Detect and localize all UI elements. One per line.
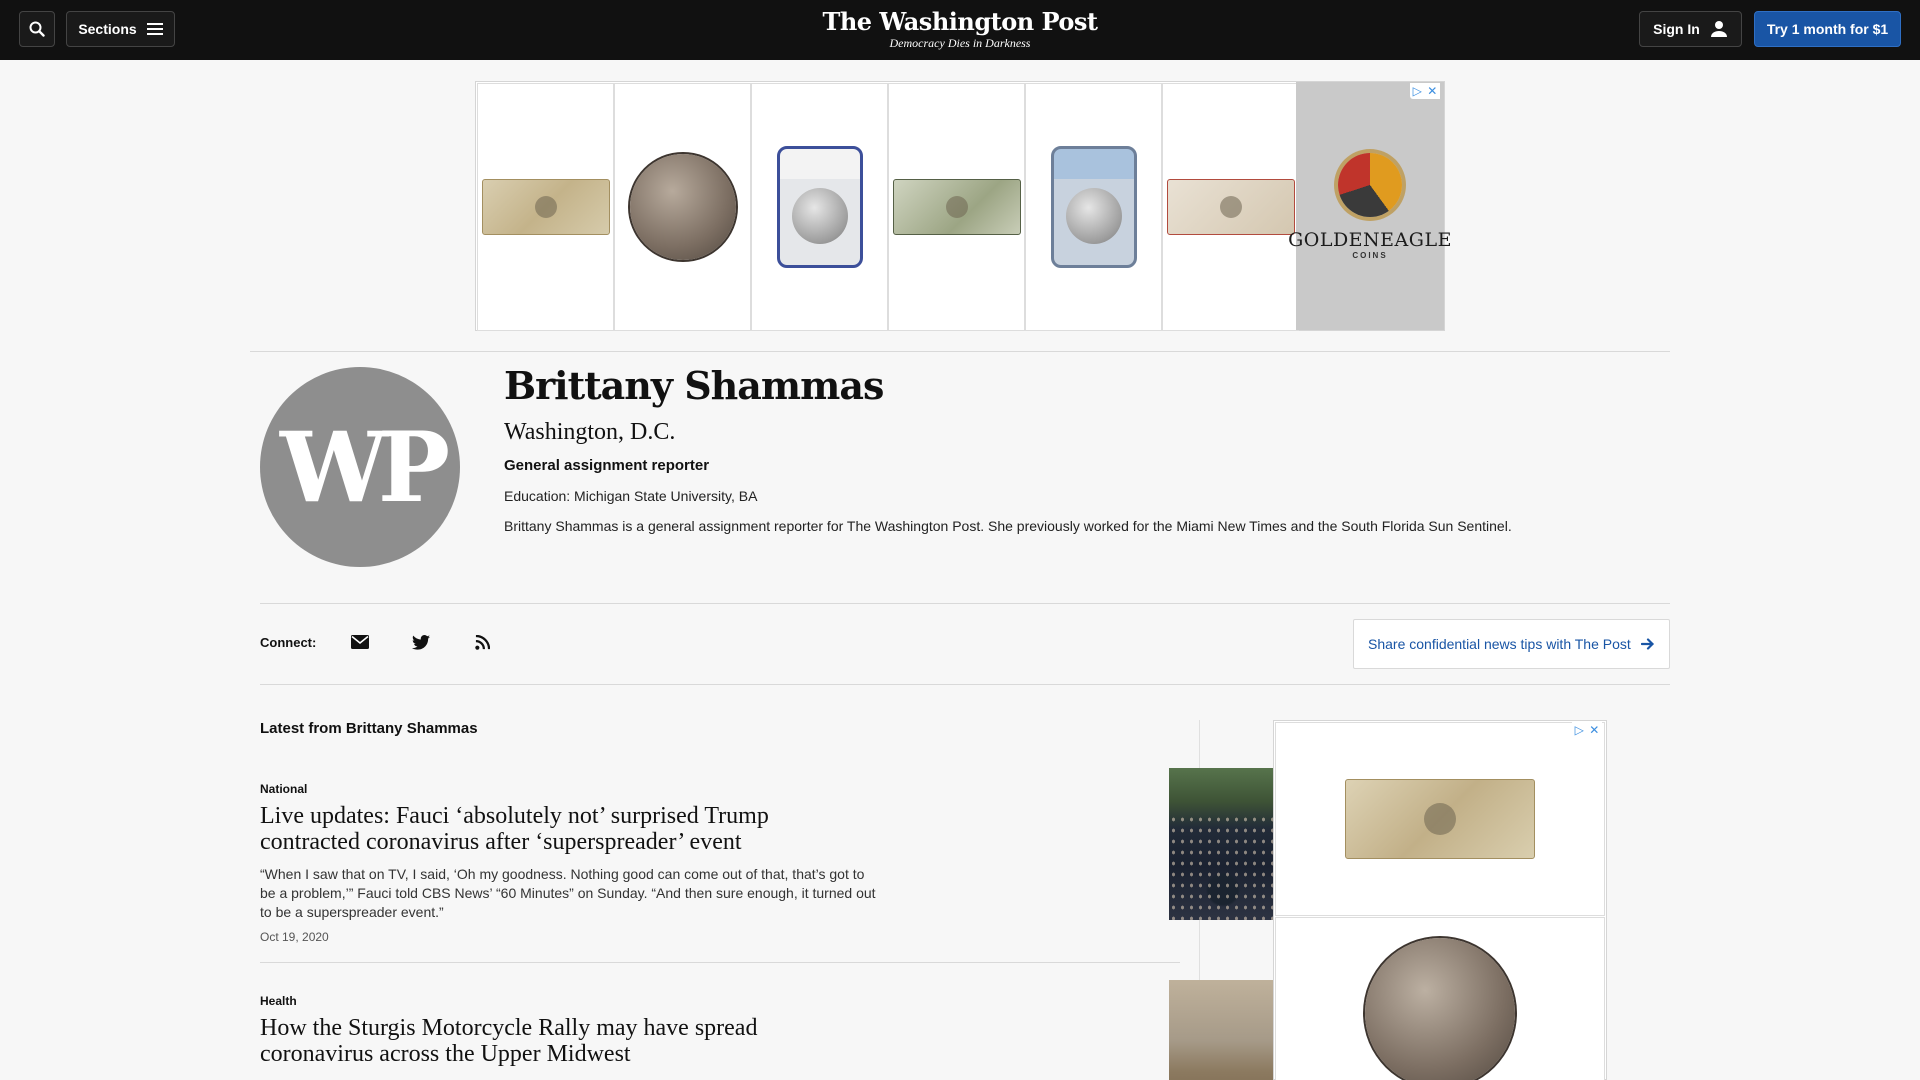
banknote-image xyxy=(1345,779,1535,859)
story-kicker[interactable]: National xyxy=(260,781,1180,797)
twitter-icon xyxy=(412,634,430,650)
right-rail-ad[interactable]: ▷ ✕ xyxy=(1273,720,1607,1080)
rss-link[interactable] xyxy=(470,630,494,654)
divider-connect-top xyxy=(260,603,1670,604)
latest-stories-heading: Latest from Brittany Shammas xyxy=(260,720,478,737)
story-divider xyxy=(260,962,1180,963)
search-icon xyxy=(29,21,45,37)
graded-dollar-image xyxy=(1050,146,1137,268)
ad-close-icon[interactable]: ✕ xyxy=(1589,723,1599,737)
subscribe-button[interactable]: Try 1 month for $1 xyxy=(1754,11,1901,47)
user-icon xyxy=(1710,21,1727,37)
graded-coin-image xyxy=(776,146,863,268)
divider-connect-bottom xyxy=(260,684,1670,685)
email-icon xyxy=(351,635,369,649)
story-date: Oct 19, 2020 xyxy=(260,930,329,944)
tips-label: Share confidential news tips with The Po… xyxy=(1368,636,1631,652)
twitter-link[interactable] xyxy=(409,630,433,654)
author-name: Brittany Shammas xyxy=(504,363,884,408)
ad-tile-graded-coin[interactable] xyxy=(751,83,888,331)
story-item: Health How the Sturgis Motorcycle Rally … xyxy=(260,980,1439,1080)
masthead-tagline: Democracy Dies in Darkness xyxy=(889,36,1031,50)
author-location: Washington, D.C. xyxy=(504,419,676,445)
author-education: Education: Michigan State University, BA xyxy=(504,488,758,504)
golden-eagle-brand-name: GOLDENEAGLE xyxy=(1288,228,1452,251)
divider-top xyxy=(250,351,1670,352)
golden-eagle-logo-icon xyxy=(1338,152,1402,217)
ad-tile-graded-dollar[interactable] xyxy=(1025,83,1162,331)
story-headline-link[interactable]: Live updates: Fauci ‘absolutely not’ sur… xyxy=(260,803,860,855)
ad-choices-icon[interactable]: ▷ xyxy=(1413,84,1422,98)
author-bio: Brittany Shammas is a general assignment… xyxy=(504,518,1512,534)
story-blurb: “When I saw that on TV, I said, ‘Oh my g… xyxy=(260,866,876,920)
golden-eagle-brand-panel[interactable]: GOLDENEAGLE COINS xyxy=(1288,82,1451,330)
red-seal-note-image xyxy=(1166,179,1295,235)
washington-post-logo[interactable]: The Washington Post Democracy Dies in Da… xyxy=(760,7,1160,51)
ad-choices-controls[interactable]: ▷ ✕ xyxy=(1410,83,1440,99)
top-ad-banner[interactable]: GOLDENEAGLE COINS ▷ ✕ xyxy=(475,81,1451,331)
author-title: General assignment reporter xyxy=(504,457,710,474)
sign-in-label: Sign In xyxy=(1653,21,1700,37)
story-item: National Live updates: Fauci ‘absolutely… xyxy=(260,768,1439,945)
banknote-image xyxy=(481,179,610,235)
ad-tile-coin[interactable] xyxy=(614,83,751,331)
search-button[interactable] xyxy=(19,11,55,47)
ad-tile-banknote[interactable] xyxy=(477,83,614,331)
story-kicker[interactable]: Health xyxy=(260,993,1180,1009)
rail-ad-tile-coin[interactable] xyxy=(1275,917,1605,1080)
sign-in-button[interactable]: Sign In xyxy=(1639,11,1742,47)
hamburger-icon xyxy=(146,23,163,35)
arrow-right-icon xyxy=(1641,638,1655,650)
ad-choices-controls[interactable]: ▷ ✕ xyxy=(1572,722,1602,738)
author-avatar-wp-logo: WP xyxy=(260,367,460,567)
masthead-title: The Washington Post xyxy=(822,7,1098,36)
top-navigation-bar: Sections The Washington Post Democracy D… xyxy=(0,0,1920,60)
email-link[interactable] xyxy=(348,630,372,654)
ad-choices-icon[interactable]: ▷ xyxy=(1575,723,1584,737)
silver-coin-image xyxy=(1365,938,1515,1080)
ad-tile-red-seal-note[interactable] xyxy=(1162,83,1299,331)
sections-menu-button[interactable]: Sections xyxy=(66,11,175,47)
rss-icon xyxy=(474,634,490,650)
national-banknote-image xyxy=(892,179,1021,235)
story-headline-link[interactable]: How the Sturgis Motorcycle Rally may hav… xyxy=(260,1015,860,1067)
ad-close-icon[interactable]: ✕ xyxy=(1427,84,1437,98)
ad-tile-national-note[interactable] xyxy=(888,83,1025,331)
rail-ad-tile-banknote[interactable] xyxy=(1275,722,1605,916)
connect-label: Connect: xyxy=(260,635,317,650)
silver-coin-image xyxy=(629,154,736,260)
sections-label: Sections xyxy=(78,21,137,37)
share-news-tips-link[interactable]: Share confidential news tips with The Po… xyxy=(1353,619,1670,669)
golden-eagle-brand-sub: COINS xyxy=(1352,250,1388,260)
